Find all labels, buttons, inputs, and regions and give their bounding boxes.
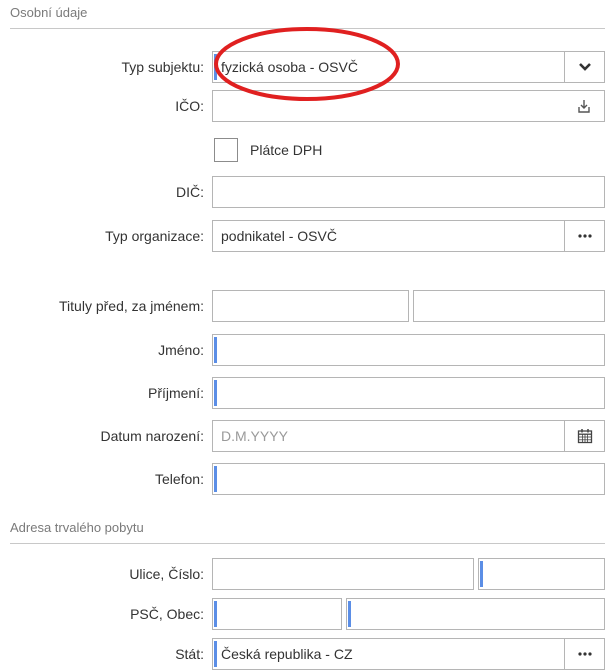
jmeno-input[interactable] [212,334,605,366]
psc-obec-label: PSČ, Obec: [130,606,204,622]
datum-narozeni-label: Datum narození: [100,428,205,444]
ellipsis-icon [577,652,592,656]
ico-input[interactable] [212,90,605,122]
typ-subjektu-dropdown-button[interactable] [564,52,604,82]
datum-narozeni-placeholder: D.M.YYYY [221,428,288,444]
typ-subjektu-select[interactable]: fyzická osoba - OSVČ [212,51,605,83]
platce-dph-label: Plátce DPH [250,142,323,158]
calendar-icon [577,429,592,444]
stat-input[interactable]: Česká republika - CZ [212,638,605,670]
ico-import-button[interactable] [564,91,604,121]
prijmeni-input[interactable] [212,377,605,409]
typ-organizace-more-button[interactable] [564,221,604,251]
telefon-input[interactable] [212,463,605,495]
telefon-label: Telefon: [154,471,204,487]
ulice-input[interactable] [212,558,474,590]
jmeno-label: Jméno: [158,342,204,358]
titul-za-input[interactable] [413,290,605,322]
psc-input[interactable] [212,598,342,630]
typ-subjektu-label: Typ subjektu: [121,59,205,75]
platce-dph-checkbox[interactable] [214,138,238,162]
cislo-input[interactable] [478,558,605,590]
section-divider [10,543,605,544]
tituly-label: Tituly před, za jménem: [59,298,204,314]
calendar-button[interactable] [564,421,604,451]
titul-pred-input[interactable] [212,290,409,322]
dic-label: DIČ: [176,184,204,200]
typ-subjektu-value: fyzická osoba - OSVČ [221,59,358,75]
obec-input[interactable] [346,598,605,630]
stat-more-button[interactable] [564,639,604,669]
stat-label: Stát: [175,646,204,662]
import-icon [578,100,590,113]
dic-input[interactable] [212,176,605,208]
section-divider [10,28,605,29]
ellipsis-icon [577,234,592,238]
ico-label: IČO: [175,98,204,114]
datum-narozeni-input[interactable]: D.M.YYYY [212,420,605,452]
chevron-down-icon [578,63,591,71]
stat-value: Česká republika - CZ [221,646,353,662]
typ-organizace-value: podnikatel - OSVČ [221,228,337,244]
prijmeni-label: Příjmení: [147,385,204,401]
ulice-cislo-label: Ulice, Číslo: [129,566,204,582]
section-title-personal: Osobní údaje [10,5,88,20]
typ-organizace-label: Typ organizace: [105,228,204,244]
typ-organizace-input[interactable]: podnikatel - OSVČ [212,220,605,252]
section-title-address: Adresa trvalého pobytu [10,520,144,535]
